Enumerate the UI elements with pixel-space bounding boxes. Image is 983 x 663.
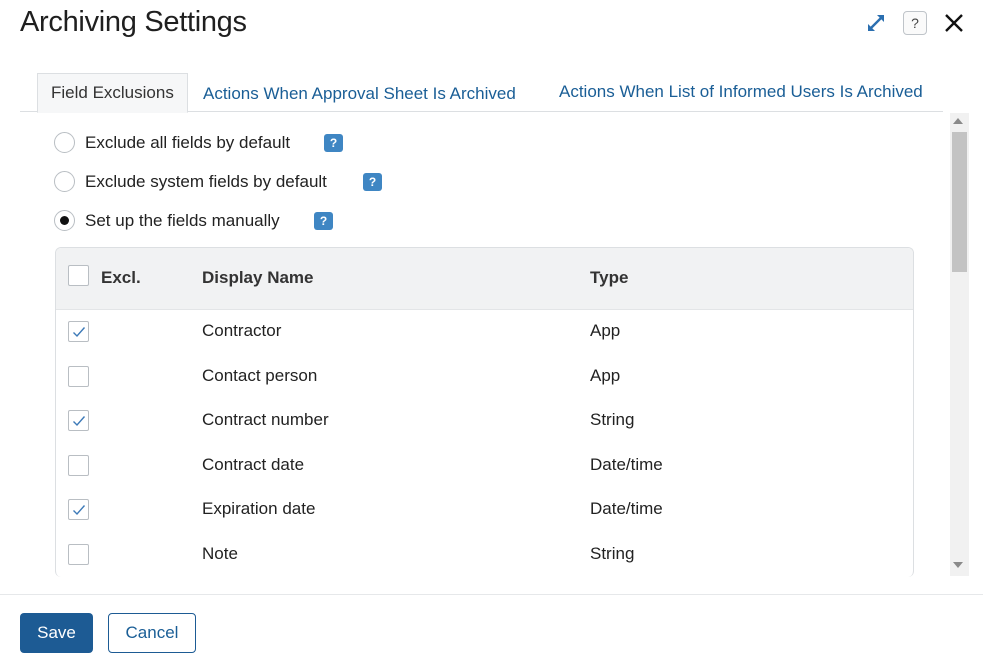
field-display-name: Expiration date — [202, 499, 316, 518]
dialog-title: Archiving Settings — [20, 6, 247, 38]
field-type: Date/time — [590, 499, 663, 518]
help-icon[interactable]: ? — [903, 11, 927, 35]
field-display-name: Contact person — [202, 365, 318, 385]
option-label: Set up the fields manually — [85, 210, 280, 230]
save-button[interactable]: Save — [20, 613, 93, 653]
column-header-excl: Excl. — [101, 268, 141, 287]
radio-button[interactable] — [54, 171, 75, 192]
option-manual[interactable]: Set up the fields manually — [54, 210, 280, 231]
field-type: String — [590, 410, 635, 429]
radio-button[interactable] — [54, 132, 75, 153]
option-exclude-all[interactable]: Exclude all fields by default — [54, 132, 290, 153]
scroll-down-icon[interactable] — [953, 562, 963, 568]
select-all-checkbox[interactable] — [68, 265, 89, 286]
field-type: String — [590, 543, 635, 563]
field-type: App — [590, 321, 621, 340]
tab-approval-sheet-archived[interactable]: Actions When Approval Sheet Is Archived — [203, 74, 516, 113]
table-row: Contract date Date/time — [56, 444, 913, 489]
cancel-button[interactable]: Cancel — [108, 613, 196, 653]
tab-field-exclusions[interactable]: Field Exclusions — [37, 73, 188, 113]
tab-informed-users-archived[interactable]: Actions When List of Informed Users Is A… — [559, 72, 923, 111]
exclude-checkbox-checked[interactable] — [68, 499, 89, 520]
exclude-checkbox-checked[interactable] — [68, 321, 89, 342]
field-display-name: Contract date — [202, 454, 305, 474]
table-row: Contact person App — [56, 355, 913, 400]
radio-button-selected[interactable] — [54, 210, 75, 231]
field-type: App — [590, 365, 621, 385]
fields-table: Excl. Display Name Type Contractor App Con… — [55, 247, 914, 577]
tab-bar: Field Exclusions Actions When Approval S… — [20, 72, 943, 113]
help-icon[interactable]: ? — [324, 134, 343, 152]
table-row: Contract number String — [56, 399, 913, 444]
exclude-checkbox[interactable] — [68, 543, 89, 565]
field-display-name: Contractor — [202, 321, 282, 340]
expand-icon[interactable] — [863, 10, 889, 36]
table-row: Note String — [56, 533, 913, 578]
option-label: Exclude all fields by default — [85, 132, 291, 152]
exclude-checkbox-checked[interactable] — [68, 410, 89, 431]
option-exclude-system[interactable]: Exclude system fields by default — [54, 171, 327, 192]
scroll-up-icon[interactable] — [953, 118, 963, 124]
scrollbar-thumb[interactable] — [952, 132, 967, 272]
exclude-checkbox[interactable] — [68, 365, 89, 387]
header-actions: ? — [863, 10, 967, 36]
exclude-checkbox[interactable] — [68, 454, 89, 476]
field-display-name: Note — [202, 543, 238, 563]
field-display-name: Contract number — [202, 410, 329, 429]
table-row: Contractor App — [56, 310, 913, 355]
help-icon[interactable]: ? — [314, 212, 333, 230]
help-icon[interactable]: ? — [363, 173, 382, 191]
column-header-type: Type — [590, 268, 629, 287]
footer-divider — [0, 594, 983, 595]
table-row: Expiration date Date/time — [56, 488, 913, 533]
column-header-display-name: Display Name — [202, 268, 314, 287]
option-label: Exclude system fields by default — [85, 171, 327, 191]
close-icon[interactable] — [941, 10, 967, 36]
field-type: Date/time — [590, 454, 663, 474]
table-header: Excl. Display Name Type — [56, 248, 913, 310]
table-body: Contractor App Contact person App Contract n… — [56, 310, 913, 577]
